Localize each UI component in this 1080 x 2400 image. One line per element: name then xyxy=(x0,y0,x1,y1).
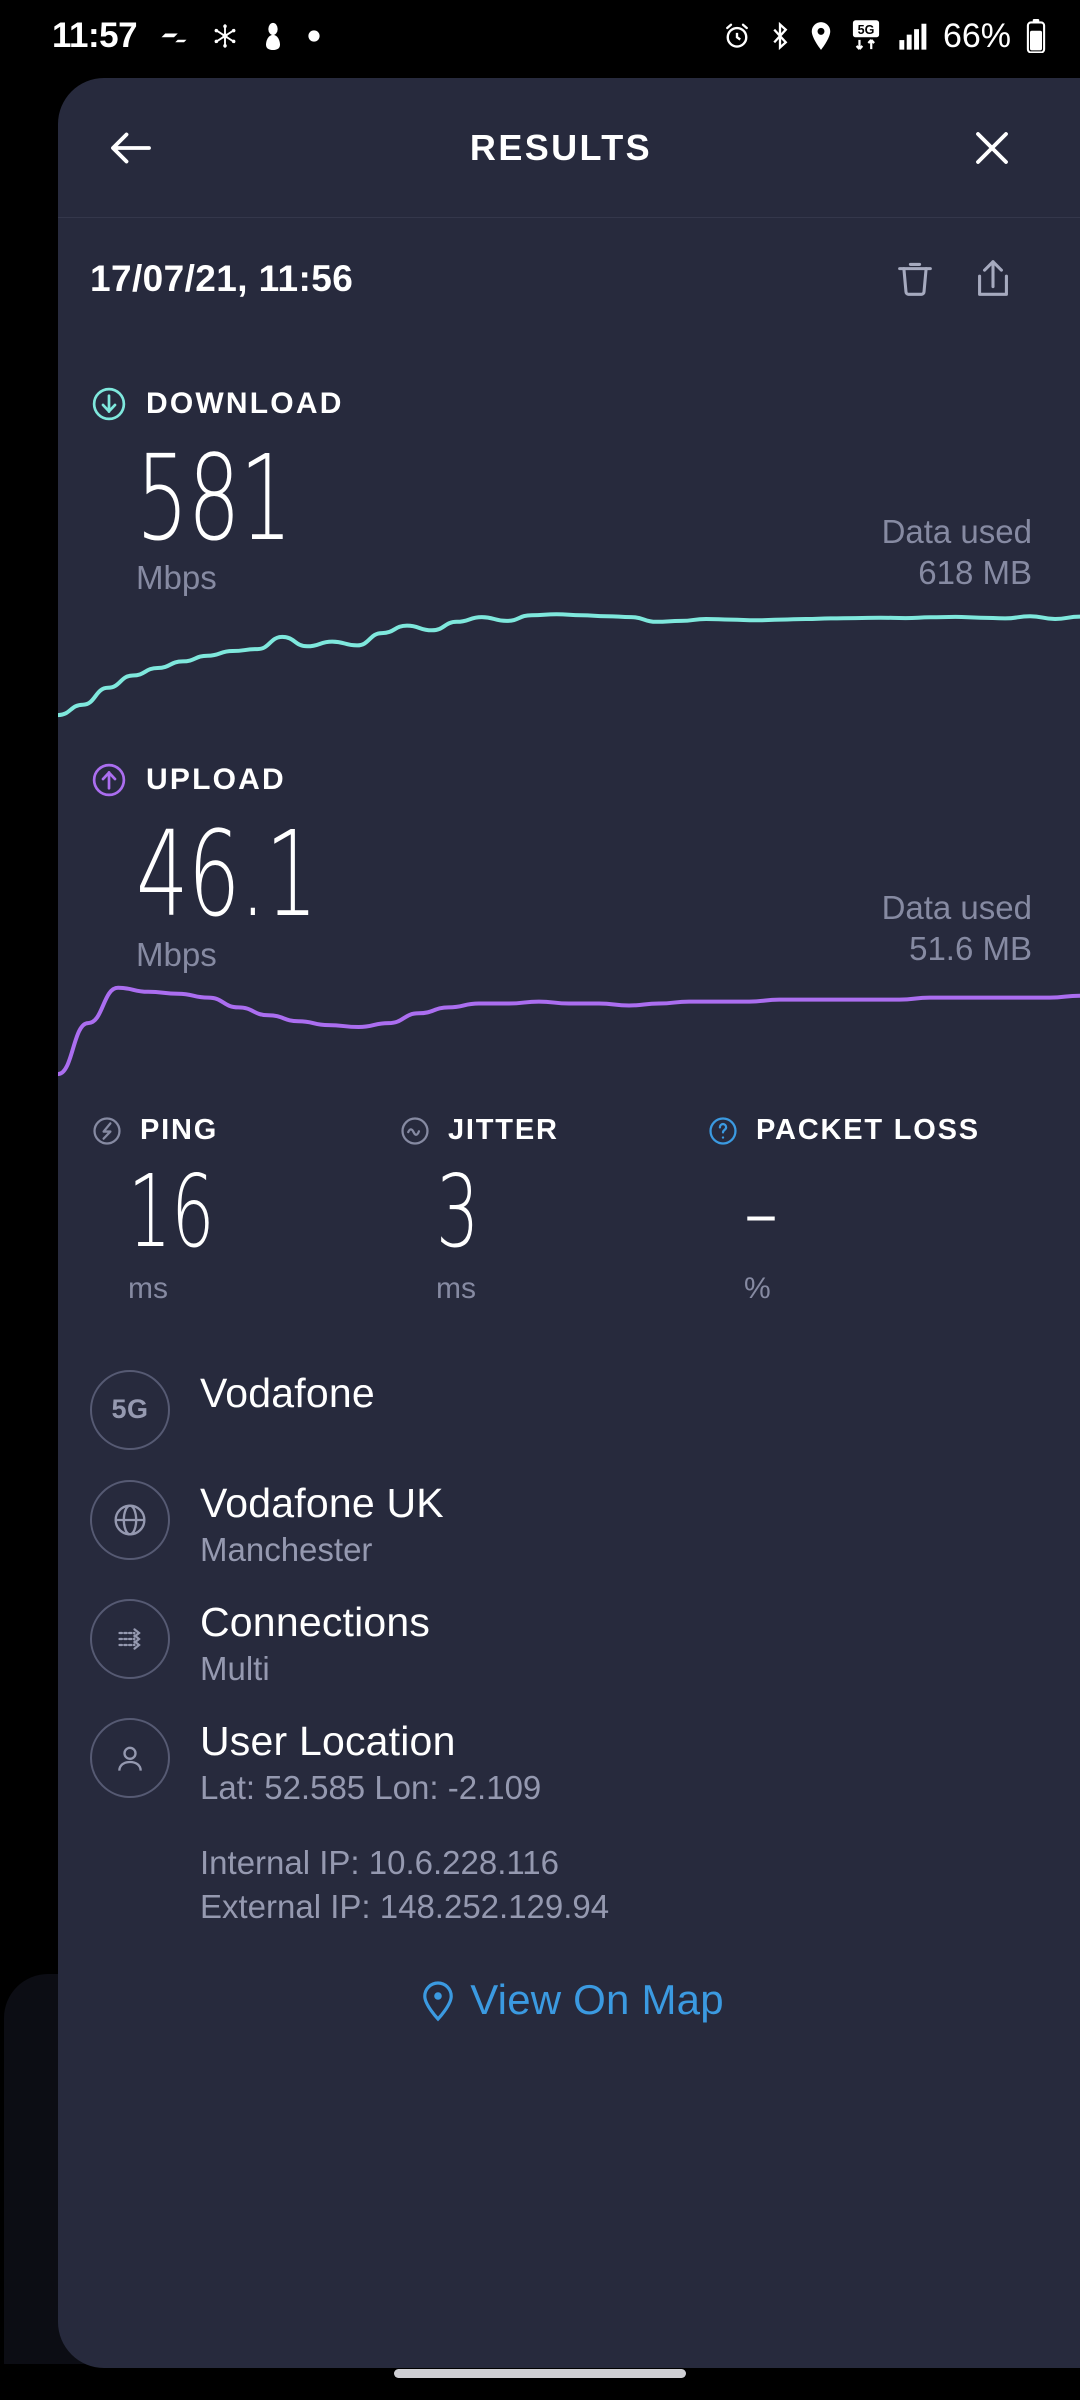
svg-text:5G: 5G xyxy=(858,23,875,37)
incognito-icon xyxy=(261,22,285,50)
result-timestamp: 17/07/21, 11:56 xyxy=(90,258,354,299)
map-pin-icon xyxy=(423,1981,454,2021)
upload-block: UPLOAD 46.1 Mbps Data used 51.6 MB xyxy=(58,752,1080,973)
upload-data-used-value: 51.6 MB xyxy=(909,930,1032,968)
server-subtitle: Manchester xyxy=(200,1530,373,1568)
packet-loss-header: PACKET LOSS xyxy=(706,1106,1014,1156)
result-header: 17/07/21, 11:56 xyxy=(58,218,1080,340)
delete-button[interactable] xyxy=(876,240,954,318)
user-location-coords: Lat: 52.585 Lon: -2.109 xyxy=(200,1768,542,1806)
close-button[interactable] xyxy=(952,108,1032,188)
connections-title: Connections xyxy=(200,1598,431,1645)
info-list: 5G Vodafone Vodafone UK Manchester Conne… xyxy=(58,1306,1080,1930)
ping-label: PING xyxy=(140,1114,219,1147)
arrow-left-icon xyxy=(111,132,151,163)
globe-icon xyxy=(114,1504,146,1536)
battery-percent-label: 66% xyxy=(942,16,1011,55)
dot-icon xyxy=(307,29,321,43)
gesture-bar[interactable] xyxy=(394,2369,686,2378)
download-data-used: Data used 618 MB xyxy=(882,511,1032,594)
user-location-title: User Location xyxy=(200,1717,456,1764)
view-on-map-link[interactable]: View On Map xyxy=(58,1976,1080,2024)
question-mark-icon xyxy=(709,1116,737,1145)
status-clock: 11:57 xyxy=(52,16,138,55)
bluetooth-icon xyxy=(767,21,793,51)
download-chart xyxy=(58,597,1080,722)
download-header: DOWNLOAD xyxy=(90,376,1032,432)
circle-arrow-up-icon xyxy=(92,764,126,797)
upload-label: UPLOAD xyxy=(146,763,286,797)
status-bar: 11:57 5G 66% xyxy=(0,0,1080,72)
packet-loss-label: PACKET LOSS xyxy=(756,1114,980,1147)
external-ip: External IP: 148.252.129.94 xyxy=(200,1888,610,1926)
isp-network-title: Vodafone xyxy=(200,1369,375,1416)
metric-packet-loss: PACKET LOSS – % xyxy=(706,1106,1014,1306)
download-value: 581 xyxy=(136,429,292,567)
jitter-header: JITTER xyxy=(398,1106,706,1156)
back-button[interactable] xyxy=(86,103,176,193)
metric-ping: PING 16 ms xyxy=(90,1106,398,1306)
connections-subtitle: Multi xyxy=(200,1649,270,1687)
location-icon xyxy=(808,21,834,51)
ping-header: PING xyxy=(90,1106,398,1156)
5g-badge-icon: 5G xyxy=(90,1369,170,1450)
results-card: RESULTS 17/07/21, 11:56 DOWNLOAD 581 Mbp… xyxy=(58,78,1080,2368)
download-block: DOWNLOAD 581 Mbps Data used 618 MB xyxy=(58,376,1080,597)
internal-ip: Internal IP: 10.6.228.116 xyxy=(200,1843,559,1881)
list-item-server[interactable]: Vodafone UK Manchester xyxy=(90,1478,1080,1569)
5g-badge-label: 5G xyxy=(111,1394,149,1425)
jitter-value: 3 xyxy=(436,1152,480,1270)
signal-bars-icon xyxy=(898,22,928,50)
packet-loss-unit: % xyxy=(744,1271,771,1305)
upload-data-used: Data used 51.6 MB xyxy=(882,887,1032,970)
user-location-text: User Location Lat: 52.585 Lon: -2.109 In… xyxy=(200,1716,609,1930)
ip-info: Internal IP: 10.6.228.116 External IP: 1… xyxy=(200,1841,609,1930)
download-data-used-label: Data used xyxy=(881,512,1032,550)
connections-text: Connections Multi xyxy=(200,1597,430,1688)
connections-arrows-icon-wrap xyxy=(90,1598,170,1679)
5g-network-icon: 5G xyxy=(849,19,883,53)
snowflake-icon xyxy=(211,22,239,50)
metric-jitter: JITTER 3 ms xyxy=(398,1106,706,1306)
ping-bolt-icon xyxy=(93,1116,121,1145)
download-label: DOWNLOAD xyxy=(146,387,344,420)
alarm-icon xyxy=(722,21,752,51)
globe-icon-wrap xyxy=(90,1479,170,1560)
server-title: Vodafone UK xyxy=(200,1479,444,1526)
ping-value: 16 xyxy=(128,1152,215,1270)
metrics-row: PING 16 ms JITTER 3 ms PACKET LOSS – % xyxy=(58,1084,1080,1306)
trash-icon xyxy=(898,262,932,296)
circle-arrow-down-icon xyxy=(92,387,126,421)
list-item-user-location[interactable]: User Location Lat: 52.585 Lon: -2.109 In… xyxy=(90,1716,1080,1930)
isp-network-text: Vodafone xyxy=(200,1368,375,1417)
jitter-label: JITTER xyxy=(448,1114,559,1147)
ping-unit: ms xyxy=(128,1271,168,1305)
f1-icon xyxy=(159,21,189,51)
upload-data-used-label: Data used xyxy=(881,889,1032,927)
view-on-map-label: View On Map xyxy=(470,1975,724,2023)
page-title: RESULTS xyxy=(469,126,653,168)
server-text: Vodafone UK Manchester xyxy=(200,1478,444,1569)
packet-loss-value: – xyxy=(744,1152,778,1270)
status-bar-left: 11:57 xyxy=(52,16,321,56)
list-item-connections[interactable]: Connections Multi xyxy=(90,1597,1080,1688)
share-button[interactable] xyxy=(954,240,1032,318)
phone-screen: 11:57 5G 66% RESULTS 17/07/21, 11:56 DOW… xyxy=(0,0,1080,2400)
battery-icon xyxy=(1026,19,1046,53)
app-bar: RESULTS xyxy=(58,78,1080,218)
download-data-used-value: 618 MB xyxy=(918,554,1032,592)
user-avatar-icon-wrap xyxy=(90,1717,170,1798)
upload-value: 46.1 xyxy=(136,805,318,944)
user-avatar-icon xyxy=(118,1746,142,1771)
jitter-unit: ms xyxy=(436,1271,476,1305)
upload-header: UPLOAD xyxy=(90,752,1032,808)
close-icon xyxy=(976,131,1008,164)
connections-arrows-icon xyxy=(118,1627,141,1650)
share-icon xyxy=(978,260,1008,296)
upload-chart xyxy=(58,974,1080,1084)
jitter-wave-icon xyxy=(401,1116,429,1145)
status-bar-right: 5G 66% xyxy=(722,17,1046,56)
list-item-isp-network[interactable]: 5G Vodafone xyxy=(90,1368,1080,1450)
